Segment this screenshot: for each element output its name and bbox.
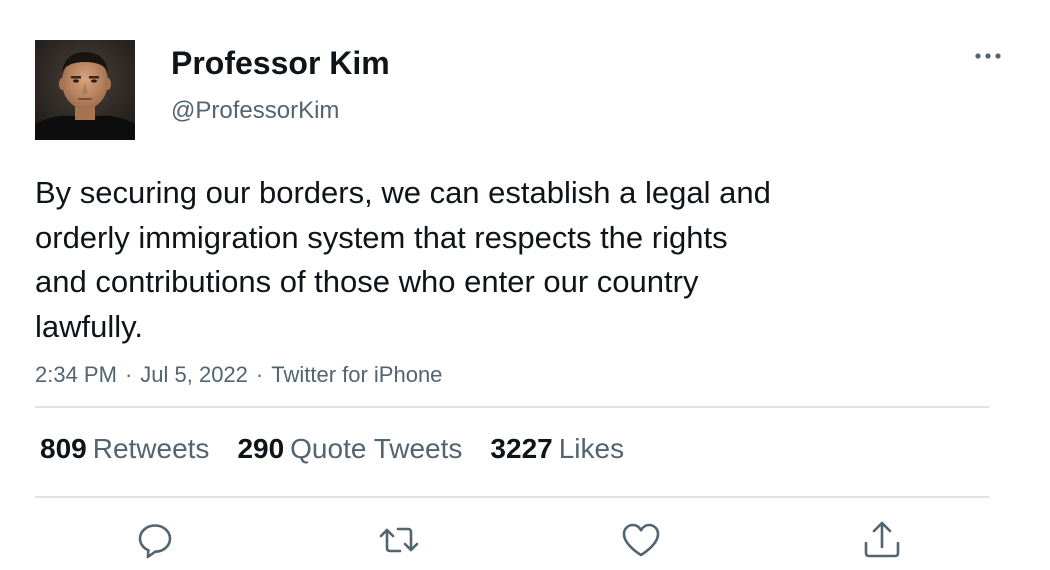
more-options-button[interactable] — [968, 44, 1008, 68]
tweet-text-line: orderly immigration system that respects… — [35, 219, 728, 255]
meta-separator: · — [124, 362, 133, 387]
tweet-date: Jul 5, 2022 — [140, 362, 248, 387]
tweet-meta: 2:34 PM · Jul 5, 2022 · Twitter for iPhone — [35, 361, 442, 389]
tweet-text: By securing our borders, we can establis… — [35, 171, 935, 349]
likes-label: Likes — [558, 433, 625, 464]
tweet-source[interactable]: Twitter for iPhone — [271, 362, 442, 387]
share-icon — [864, 521, 900, 558]
user-handle[interactable]: @ProfessorKim — [171, 96, 339, 126]
retweet-button[interactable] — [377, 518, 421, 562]
retweets-label: Retweets — [92, 433, 210, 464]
tweet-time: 2:34 PM — [35, 362, 117, 387]
retweets-stat[interactable]: 809 Retweets — [40, 431, 209, 467]
tweet-text-line: and contributions of those who enter our… — [35, 264, 699, 299]
display-name[interactable]: Professor Kim — [171, 44, 390, 82]
retweets-count: 809 — [40, 433, 87, 464]
reply-icon — [138, 524, 172, 559]
tweet-text-line: lawfully. — [35, 308, 143, 344]
tweet-timestamp[interactable]: 2:34 PM · Jul 5, 2022 — [35, 362, 248, 387]
quote-tweets-count: 290 — [237, 433, 285, 464]
reply-button[interactable] — [134, 518, 178, 562]
likes-stat[interactable]: 3227 Likes — [490, 431, 624, 467]
heart-icon — [622, 523, 660, 557]
meta-separator: · — [255, 362, 264, 387]
divider — [35, 496, 989, 498]
divider — [35, 406, 989, 408]
avatar[interactable] — [35, 40, 135, 140]
share-button[interactable] — [860, 518, 904, 562]
more-icon — [975, 53, 1001, 59]
quote-tweets-stat[interactable]: 290 Quote Tweets — [237, 431, 462, 467]
likes-count: 3227 — [490, 433, 553, 464]
tweet-stats: 809 Retweets 290 Quote Tweets 3227 Likes — [40, 431, 652, 467]
like-button[interactable] — [619, 518, 663, 562]
retweet-icon — [379, 527, 419, 553]
tweet-text-line: By securing our borders, we can establis… — [35, 175, 771, 210]
avatar-photo — [35, 40, 135, 140]
quote-tweets-label: Quote Tweets — [290, 433, 463, 464]
